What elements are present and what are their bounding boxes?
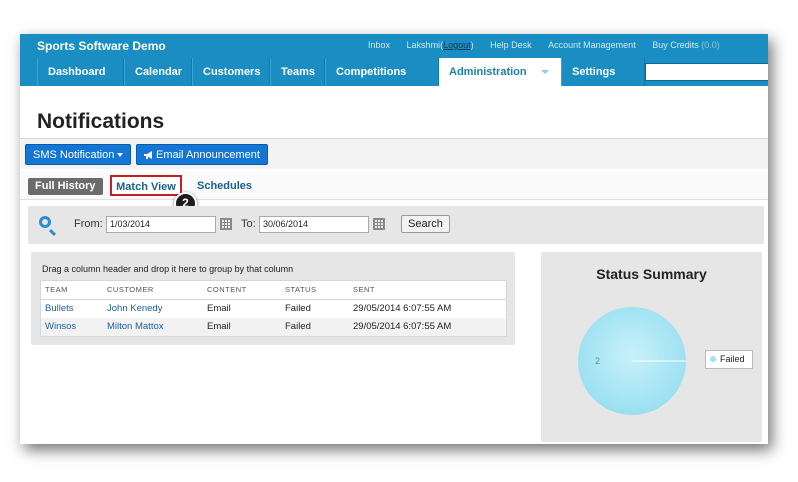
helpdesk-link[interactable]: Help Desk	[490, 40, 532, 50]
team-cell[interactable]: Bullets	[41, 300, 103, 318]
page-title: Notifications	[37, 110, 165, 133]
column-header-team[interactable]: TEAM	[41, 281, 103, 299]
nav-dashboard[interactable]: Dashboard	[37, 58, 124, 86]
tab-schedules[interactable]: Schedules	[197, 178, 252, 195]
customer-cell[interactable]: Milton Mattox	[103, 318, 203, 336]
nav-settings[interactable]: Settings	[561, 58, 645, 103]
inbox-link[interactable]: Inbox	[368, 40, 390, 50]
tab-match-view[interactable]: Match View	[110, 175, 182, 196]
search-button[interactable]: Search	[401, 215, 450, 233]
chevron-down-icon	[540, 70, 549, 75]
nav-settings-label: Settings	[572, 66, 616, 78]
nav-administration-label: Administration	[449, 66, 527, 78]
sent-cell: 29/05/2014 6:07:55 AM	[353, 303, 452, 314]
pie-value-label: 2	[595, 356, 600, 366]
email-announcement-button[interactable]: Email Announcement	[136, 144, 268, 165]
notifications-table: TEAM CUSTOMER CONTENT STATUS SENT Bullet…	[40, 280, 507, 337]
group-by-hint[interactable]: Drag a column header and drop it here to…	[42, 264, 293, 274]
status-pie-chart: 2	[578, 307, 686, 415]
user-menu: Lakshmi(Logout)	[407, 40, 474, 50]
nav-dashboard-label: Dashboard	[48, 66, 106, 78]
view-tabs: Full History Match View Schedules	[20, 172, 768, 200]
to-label: To:	[241, 218, 256, 230]
nav-customers[interactable]: Customers	[192, 58, 270, 86]
tab-full-history[interactable]: Full History	[28, 178, 103, 195]
calendar-icon[interactable]	[220, 218, 232, 230]
from-label: From:	[74, 218, 103, 230]
toolbar: SMS Notification Email Announcement	[20, 139, 768, 169]
table-row[interactable]: Bullets John Kenedy Email Failed 29/05/2…	[41, 300, 506, 318]
content-cell: Email	[207, 303, 231, 314]
chart-legend: Failed	[705, 350, 753, 369]
nav-calendar-label: Calendar	[135, 66, 183, 78]
table-row[interactable]: Winsos Milton Mattox Email Failed 29/05/…	[41, 318, 506, 336]
date-filter-bar: From: 1/03/2014 To: 30/06/2014 Search	[28, 206, 764, 244]
main-nav: Dashboard Calendar Customers Teams Compe…	[20, 58, 768, 103]
top-links: Inbox Lakshmi(Logout) Help Desk Account …	[368, 40, 720, 50]
status-cell: Failed	[285, 321, 311, 332]
nav-teams-label: Teams	[281, 66, 316, 78]
caret-down-icon	[117, 153, 124, 158]
global-search-input[interactable]	[645, 63, 768, 81]
sent-cell: 29/05/2014 6:07:55 AM	[353, 321, 452, 332]
search-icon	[39, 216, 51, 228]
column-header-content[interactable]: CONTENT	[203, 281, 281, 299]
nav-competitions-label: Competitions	[336, 66, 407, 78]
nav-administration[interactable]: Administration	[439, 58, 561, 86]
notifications-grid-panel: Drag a column header and drop it here to…	[31, 252, 515, 345]
nav-teams[interactable]: Teams	[270, 58, 325, 86]
column-header-status[interactable]: STATUS	[281, 281, 349, 299]
customer-cell[interactable]: John Kenedy	[103, 300, 203, 318]
buy-credits-label: Buy Credits	[652, 40, 699, 50]
buy-credits-link[interactable]: Buy Credits (0.0)	[652, 40, 720, 50]
account-management-link[interactable]: Account Management	[548, 40, 636, 50]
logout-paren-close: )	[470, 40, 474, 50]
legend-swatch	[710, 356, 716, 362]
email-announcement-label: Email Announcement	[156, 149, 260, 161]
team-cell[interactable]: Winsos	[41, 318, 103, 336]
sms-notification-label: SMS Notification	[33, 149, 115, 161]
sms-notification-button[interactable]: SMS Notification	[25, 144, 132, 165]
from-date-input[interactable]: 1/03/2014	[106, 216, 216, 233]
status-cell: Failed	[285, 303, 311, 314]
user-name: Lakshmi	[406, 40, 441, 50]
nav-customers-label: Customers	[203, 66, 261, 78]
megaphone-icon	[144, 151, 152, 159]
status-summary-panel: Status Summary 2 Failed	[541, 252, 762, 442]
column-header-sent[interactable]: SENT	[349, 281, 506, 299]
content-cell: Email	[207, 321, 231, 332]
app-window: Sports Software Demo Inbox Lakshmi(Logou…	[20, 34, 768, 444]
nav-calendar[interactable]: Calendar	[124, 58, 192, 86]
status-summary-title: Status Summary	[596, 266, 707, 282]
top-bar: Sports Software Demo Inbox Lakshmi(Logou…	[20, 34, 768, 58]
brand-name: Sports Software Demo	[37, 39, 166, 53]
column-header-customer[interactable]: CUSTOMER	[103, 281, 203, 299]
logout-link[interactable]: Logout	[443, 40, 471, 50]
chevron-down-icon	[350, 98, 358, 103]
chevron-down-icon	[586, 98, 594, 103]
calendar-icon[interactable]	[373, 218, 385, 230]
nav-competitions[interactable]: Competitions	[325, 58, 439, 103]
legend-label-failed[interactable]: Failed	[720, 354, 745, 364]
table-header-row: TEAM CUSTOMER CONTENT STATUS SENT	[41, 281, 506, 300]
to-date-input[interactable]: 30/06/2014	[259, 216, 369, 233]
credits-value: (0.0)	[701, 40, 720, 50]
